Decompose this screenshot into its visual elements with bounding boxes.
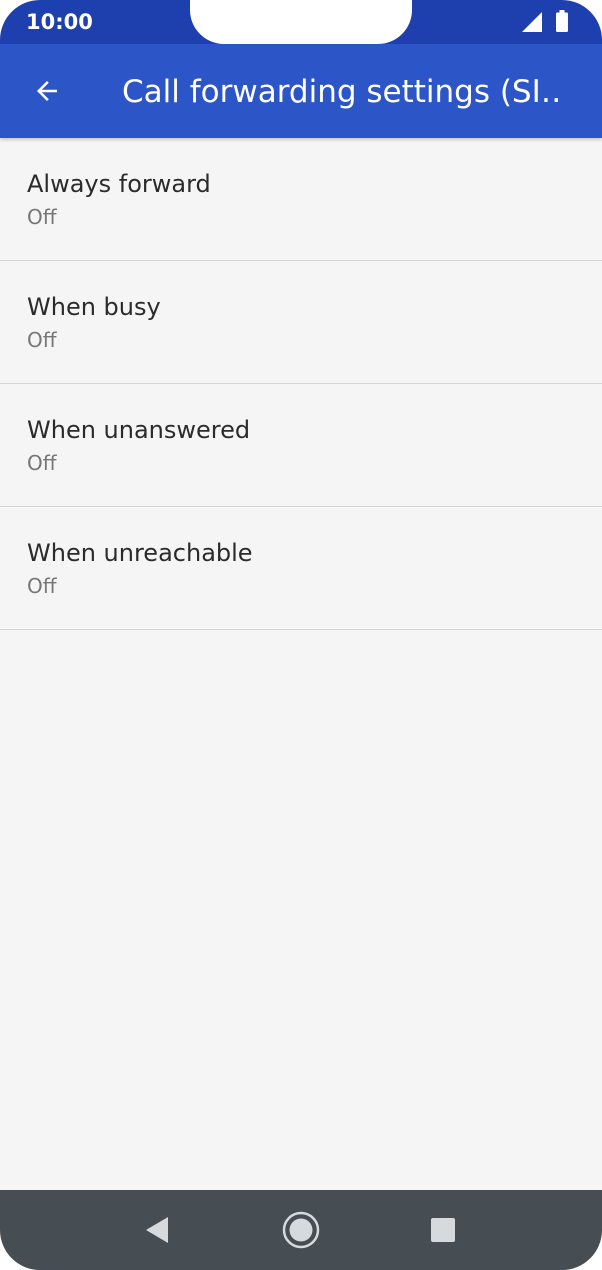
list-item-when-busy[interactable]: When busy Off bbox=[0, 261, 602, 384]
recents-square-icon bbox=[431, 1218, 455, 1242]
signal-icon bbox=[522, 12, 542, 32]
app-bar: Call forwarding settings (SI… bbox=[0, 44, 602, 138]
nav-recents-button[interactable] bbox=[421, 1208, 465, 1252]
battery-icon bbox=[556, 10, 568, 32]
status-bar: 10:00 bbox=[0, 0, 602, 44]
item-summary: Off bbox=[27, 328, 57, 352]
item-summary: Off bbox=[27, 574, 57, 598]
list-item-when-unanswered[interactable]: When unanswered Off bbox=[0, 384, 602, 507]
back-button[interactable] bbox=[22, 66, 72, 116]
item-summary: Off bbox=[27, 205, 57, 229]
notch bbox=[190, 0, 412, 44]
list-item-when-unreachable[interactable]: When unreachable Off bbox=[0, 507, 602, 630]
item-title: When unanswered bbox=[27, 416, 251, 444]
arrow-left-icon bbox=[37, 81, 57, 101]
item-title: When unreachable bbox=[27, 539, 253, 567]
list-item-always-forward[interactable]: Always forward Off bbox=[0, 138, 602, 261]
home-circle-icon bbox=[282, 1211, 320, 1249]
page-title: Call forwarding settings (SI… bbox=[122, 74, 562, 110]
forwarding-options-list: Always forward Off When busy Off When un… bbox=[0, 138, 602, 630]
item-title: When busy bbox=[27, 293, 161, 321]
status-time: 10:00 bbox=[26, 10, 93, 34]
item-title: Always forward bbox=[27, 170, 211, 198]
nav-home-button[interactable] bbox=[279, 1208, 323, 1252]
nav-back-button[interactable] bbox=[135, 1208, 179, 1252]
navigation-bar bbox=[0, 1190, 602, 1270]
item-summary: Off bbox=[27, 451, 57, 475]
phone-screen: 10:00 Call forwarding settings (SI… Alwa… bbox=[0, 0, 602, 1270]
back-triangle-icon bbox=[146, 1217, 168, 1243]
